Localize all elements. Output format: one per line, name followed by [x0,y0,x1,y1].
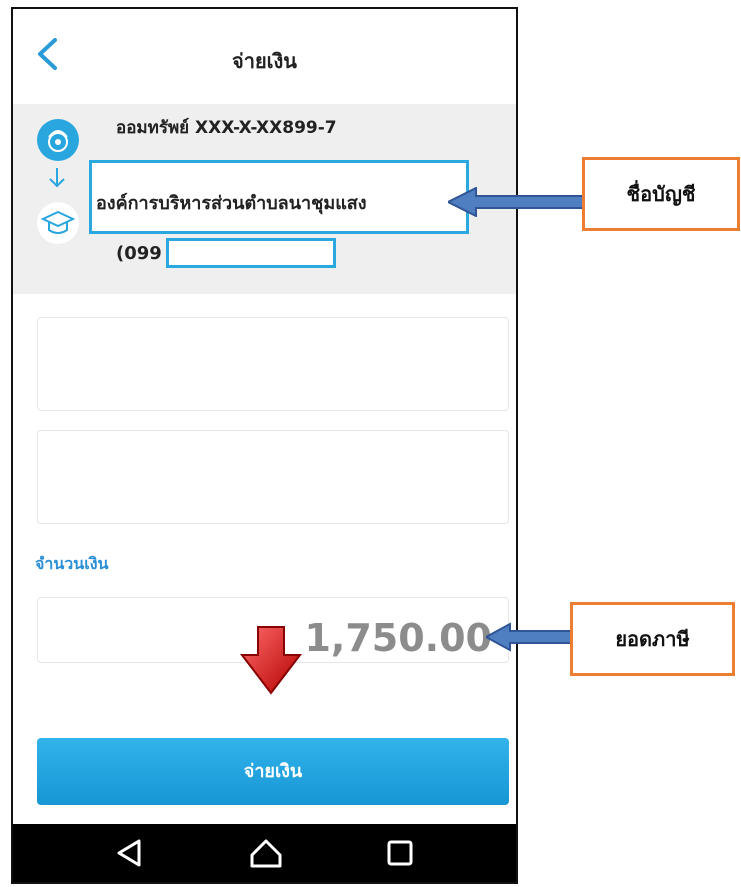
payee-name: องค์การบริหารส่วนตำบลนาชุมแสง [96,193,367,214]
app-header: จ่ายเงิน [13,9,516,104]
amount-value: 1,750.00 [304,616,492,660]
page-title: จ่ายเงิน [232,49,297,73]
input-field-2[interactable] [37,430,509,524]
graduation-cap-icon [37,202,79,244]
nav-back-icon[interactable] [113,838,147,868]
annotation-account-name: ชื่อบัญชี [582,157,740,231]
payee-reference: (099 [116,243,162,264]
pay-button[interactable]: จ่ายเงิน [37,738,509,805]
bank-logo-icon [37,119,79,161]
annotation-tax-amount: ยอดภาษี [570,602,735,676]
android-nav-bar [13,824,516,882]
from-account-name: ออมทรัพย์ XXX-X-XX899-7 [116,118,337,138]
phone-screen: จ่ายเงิน ออมทรัพย์ XXX-X-XX899-7 องค์การ… [11,7,518,884]
nav-home-icon[interactable] [249,838,283,868]
red-down-arrow-icon [239,626,303,695]
nav-recents-icon[interactable] [383,838,417,868]
input-field-1[interactable] [37,317,509,411]
amount-label: จำนวนเงิน [35,554,109,573]
reference-mask-box [166,238,336,268]
arrow-down-icon [49,168,65,188]
